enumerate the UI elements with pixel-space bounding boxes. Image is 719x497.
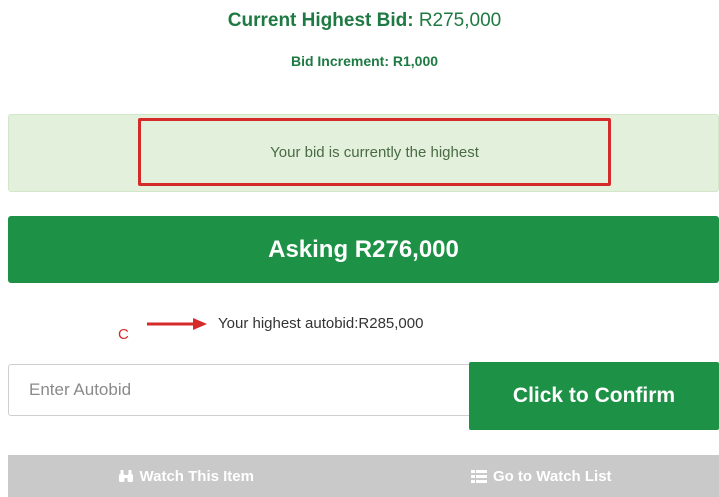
list-icon <box>470 469 487 483</box>
status-message: Your bid is currently the highest <box>270 143 479 161</box>
watch-item-button[interactable]: Watch This Item <box>8 455 364 497</box>
bid-increment: Bid Increment: R1,000 <box>0 53 719 69</box>
watch-actions: Watch This Item Go to Watch List <box>8 455 719 497</box>
autobid-input[interactable] <box>8 364 478 416</box>
highest-autobid-info: Your highest autobid:R285,000 <box>218 315 424 332</box>
bid-increment-amount: R1,000 <box>392 53 439 69</box>
watch-list-button[interactable]: Go to Watch List <box>364 455 719 497</box>
asking-bid-button[interactable]: Asking R276,000 <box>8 216 719 283</box>
current-bid-label: Current Highest Bid: <box>227 10 414 31</box>
confirm-button[interactable]: Click to Confirm <box>469 362 719 430</box>
watch-list-label: Go to Watch List <box>492 467 612 485</box>
annotation-letter: C <box>118 326 129 343</box>
binoculars-icon <box>118 469 134 483</box>
arrow-right-icon <box>147 318 207 330</box>
status-highlight-box: Your bid is currently the highest <box>138 118 611 186</box>
current-bid-amount: R275,000 <box>418 10 502 31</box>
bid-increment-label: Bid Increment: <box>290 53 389 69</box>
watch-item-label: Watch This Item <box>139 467 254 485</box>
bid-panel: Current Highest Bid: R275,000 Bid Increm… <box>0 0 719 497</box>
current-highest-bid: Current Highest Bid: R275,000 <box>0 10 719 32</box>
